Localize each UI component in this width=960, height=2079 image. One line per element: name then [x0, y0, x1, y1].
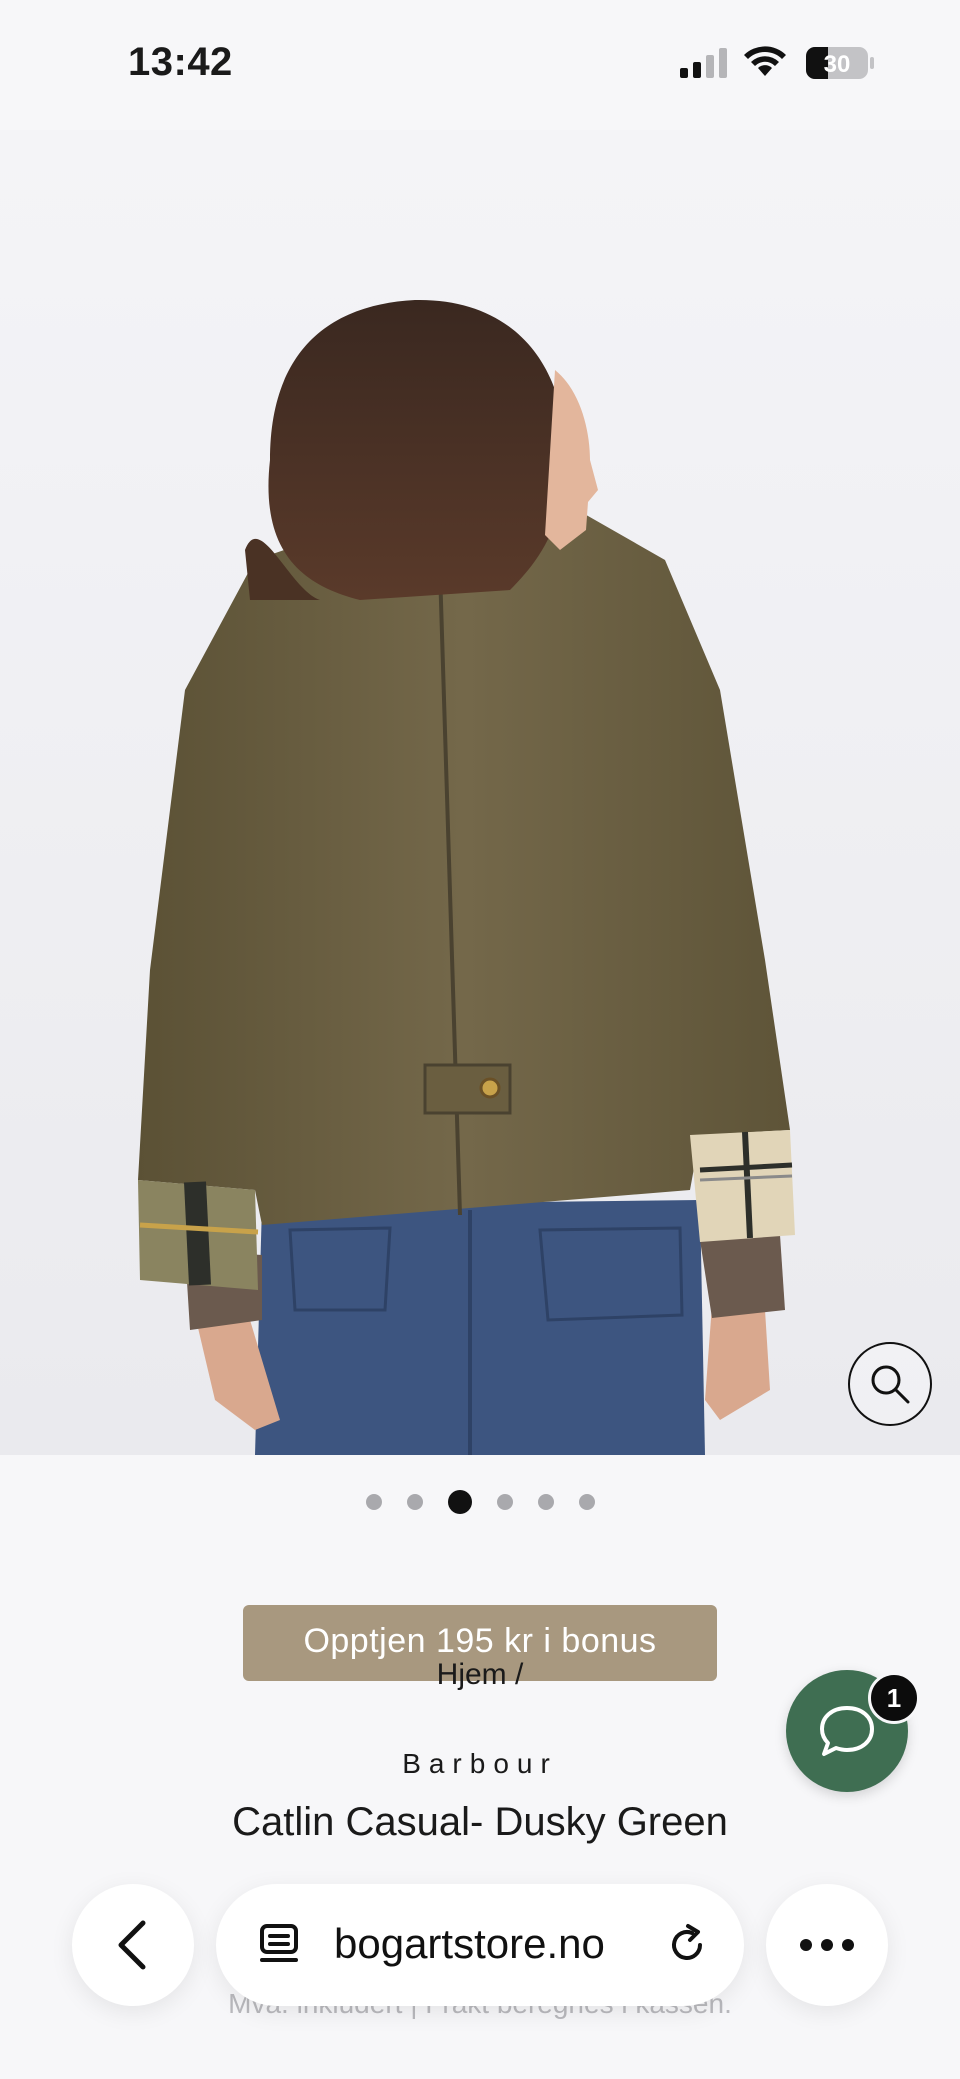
status-time: 13:42 [128, 40, 233, 84]
browser-url[interactable]: bogartstore.no [334, 1920, 605, 1968]
gallery-pagination [0, 1490, 960, 1514]
battery-icon: 30 [806, 46, 874, 85]
gallery-dot[interactable] [578, 1494, 595, 1510]
status-bar: 13:42 30 [0, 0, 960, 130]
browser-more-button[interactable] [766, 1884, 888, 2006]
more-horizontal-icon [800, 1939, 854, 1951]
reload-icon[interactable] [664, 1922, 710, 1968]
gallery-dot[interactable] [406, 1494, 423, 1510]
zoom-button[interactable] [848, 1342, 932, 1426]
chat-bubble-icon [820, 1706, 874, 1756]
cellular-signal-icon [680, 48, 727, 78]
product-title: Catlin Casual- Dusky Green [232, 1800, 728, 1844]
chat-unread-badge: 1 [868, 1672, 920, 1724]
search-icon [871, 1365, 910, 1404]
gallery-dot[interactable] [496, 1494, 513, 1510]
page-menu-icon[interactable] [256, 1922, 302, 1968]
product-image[interactable] [0, 130, 960, 1455]
gallery-dot[interactable] [537, 1494, 554, 1510]
browser-address-bar[interactable]: bogartstore.no [216, 1884, 744, 2006]
product-photo [0, 130, 960, 1455]
wifi-icon [744, 46, 786, 76]
battery-level: 30 [824, 51, 851, 78]
browser-back-button[interactable] [72, 1884, 194, 2006]
gallery-dot[interactable] [365, 1494, 382, 1510]
gallery-dot-active[interactable] [447, 1490, 472, 1514]
chevron-left-icon [118, 1920, 146, 1970]
